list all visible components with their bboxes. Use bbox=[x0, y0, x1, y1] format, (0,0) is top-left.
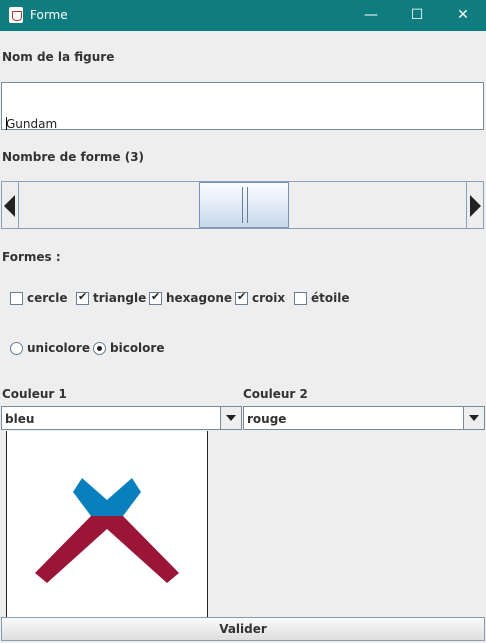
cross-bottom-shape bbox=[35, 516, 179, 583]
title-bar: Forme — ☐ ✕ bbox=[0, 0, 486, 31]
color2-select[interactable]: rouge bbox=[243, 406, 485, 430]
checkbox-label: étoile bbox=[311, 291, 350, 305]
minimize-button[interactable]: — bbox=[348, 0, 394, 31]
window-title: Forme bbox=[30, 8, 68, 22]
close-button[interactable]: ✕ bbox=[440, 0, 486, 31]
checkbox-label: cercle bbox=[27, 291, 68, 305]
radio-label: bicolore bbox=[110, 341, 165, 355]
color1-label: Couleur 1 bbox=[2, 387, 67, 401]
radio-circle[interactable] bbox=[10, 342, 23, 355]
checkbox-label: triangle bbox=[93, 291, 147, 305]
checkbox-box[interactable] bbox=[76, 290, 89, 305]
name-label: Nom de la figure bbox=[2, 50, 115, 64]
name-input[interactable]: Gundam bbox=[1, 82, 484, 131]
checkbox-box[interactable] bbox=[235, 290, 248, 305]
grip-icon bbox=[242, 187, 248, 223]
checkbox-label: hexagone bbox=[166, 291, 233, 305]
shape-preview-canvas bbox=[6, 431, 208, 617]
submit-button[interactable]: Valider bbox=[1, 617, 485, 641]
arrow-right-icon bbox=[470, 195, 481, 217]
color2-label: Couleur 2 bbox=[243, 387, 308, 401]
count-label: Nombre de forme (3) bbox=[2, 150, 145, 164]
radio-label: unicolore bbox=[27, 341, 90, 355]
chevron-down-icon[interactable] bbox=[220, 407, 241, 429]
shape-preview bbox=[35, 478, 179, 583]
java-app-icon bbox=[9, 7, 23, 23]
maximize-button[interactable]: ☐ bbox=[394, 0, 440, 31]
shapes-label: Formes : bbox=[2, 250, 61, 264]
radio-circle[interactable] bbox=[93, 342, 106, 355]
checkbox-box[interactable] bbox=[10, 292, 23, 305]
scroll-right-button[interactable] bbox=[466, 182, 483, 228]
checkbox-box[interactable] bbox=[294, 292, 307, 305]
arrow-left-icon bbox=[4, 195, 15, 217]
text-caret bbox=[6, 117, 7, 130]
checkbox-box[interactable] bbox=[149, 290, 162, 305]
color2-value: rouge bbox=[247, 412, 287, 426]
color1-value: bleu bbox=[5, 412, 35, 426]
name-input-value: Gundam bbox=[6, 117, 58, 131]
cross-top-shape bbox=[73, 478, 141, 516]
color1-select[interactable]: bleu bbox=[1, 406, 242, 430]
chevron-down-icon[interactable] bbox=[463, 407, 484, 429]
checkbox-label: croix bbox=[252, 291, 286, 305]
scroll-left-button[interactable] bbox=[2, 182, 19, 228]
scroll-thumb[interactable] bbox=[199, 182, 289, 228]
count-scrollbar[interactable] bbox=[1, 181, 484, 229]
